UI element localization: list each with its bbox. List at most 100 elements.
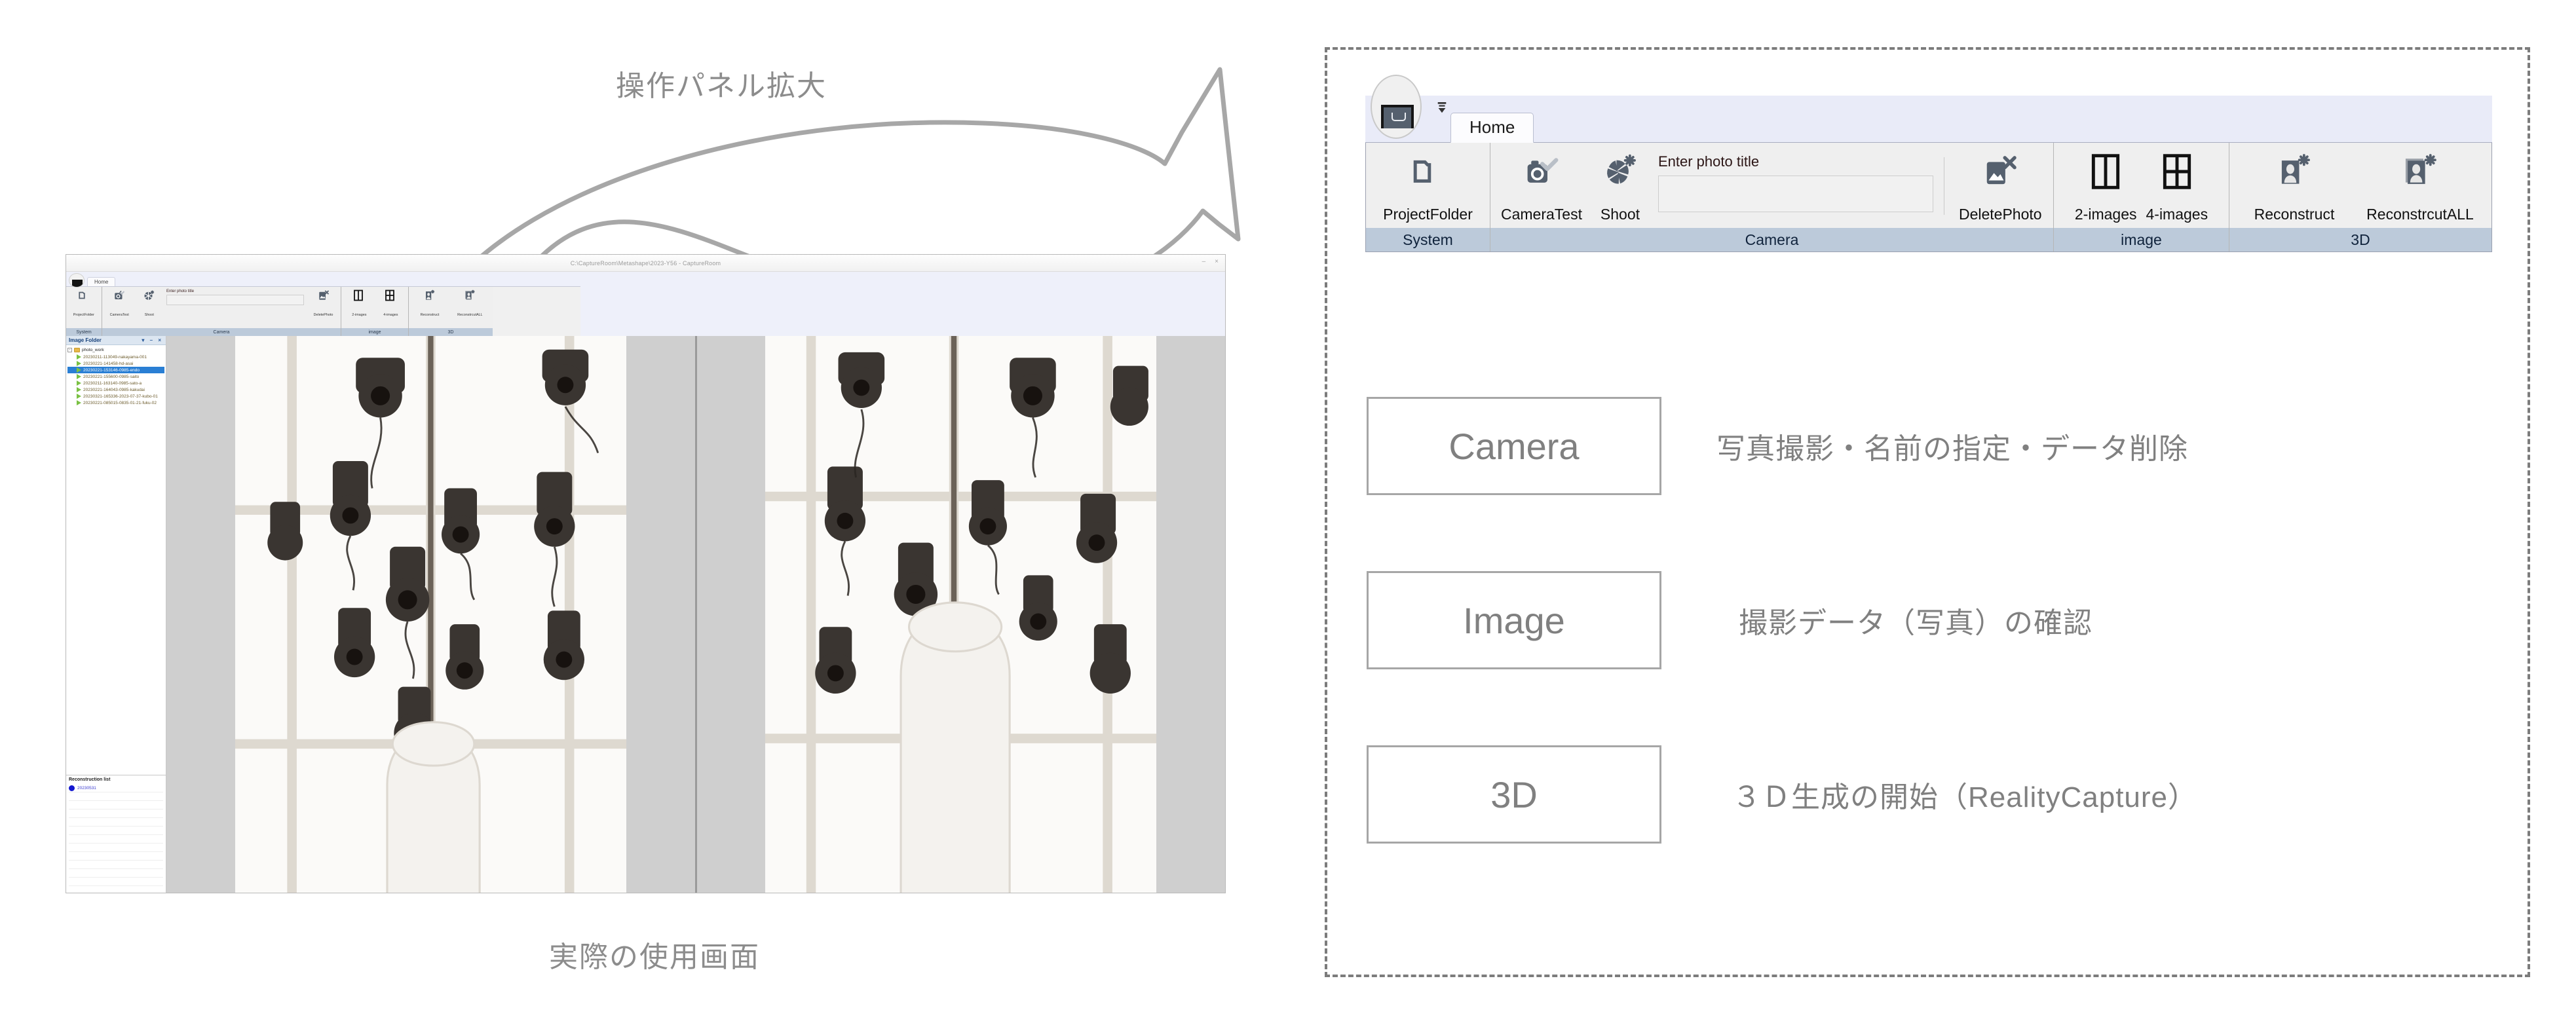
mini-button-projectfolder[interactable]: ProjectFolder: [70, 289, 98, 317]
list-item: [69, 861, 163, 869]
list-item[interactable]: 20230211-163140-0985-sato-a: [67, 380, 164, 386]
tree-item-label: 20230321-165336-2023-07-37-kubo-01: [83, 394, 158, 399]
list-item[interactable]: 20230221-141458-hd-asai: [67, 360, 164, 367]
application-window-screenshot[interactable]: C:\CaptureRoom\Metashape\2023-Y56 - Capt…: [66, 254, 1226, 893]
mini-button-cameratest[interactable]: CameraTest: [106, 289, 132, 317]
list-item-selected[interactable]: 20230221-153146-0985-endo: [67, 367, 164, 373]
list-item: [69, 852, 163, 861]
legend-list: Camera 写真撮影・名前の指定・データ削除 Image 撮影データ（写真）の…: [1367, 397, 2507, 920]
button-label: Reconstruct: [2254, 206, 2335, 223]
blue-dot-icon: [69, 785, 75, 791]
mini-group-label-image: image: [341, 328, 408, 336]
mini-tab-row[interactable]: Home: [66, 272, 1225, 286]
button-reconstruct[interactable]: Reconstruct: [2235, 152, 2353, 223]
button-projectfolder[interactable]: ProjectFolder: [1379, 152, 1477, 223]
slide-canvas: 操作パネル拡大 C:\CaptureRoom\Metashape\2023-Y5…: [0, 0, 2576, 1023]
tree-item-label: 20230221-141458-hd-asai: [83, 361, 134, 366]
reconstruction-list-header: Reconstruction list: [66, 775, 166, 783]
mini-button-reconstruct[interactable]: Reconstruct: [413, 289, 447, 317]
close-icon[interactable]: ×: [1215, 258, 1219, 265]
tree-item-label: 20230221-085015-0835-01-21-fuku-02: [83, 400, 157, 405]
photo-title-input[interactable]: [1657, 176, 1933, 212]
person-flash-icon: [2277, 152, 2312, 191]
file-menu-button[interactable]: [69, 273, 85, 288]
four-pane-icon: [2161, 152, 2193, 191]
list-item[interactable]: 20230211-113049-nakayama-001: [67, 354, 164, 360]
ribbon-group-image: 2-images 4-images image: [2054, 143, 2229, 251]
legend-row-3d: 3D ３Ｄ生成の開始（RealityCapture）: [1367, 745, 2507, 844]
window-controls[interactable]: – ×: [1202, 258, 1219, 265]
minimize-icon[interactable]: –: [1202, 258, 1206, 265]
reconstruction-list[interactable]: 20230531: [66, 783, 166, 893]
list-item: [69, 818, 163, 827]
mini-button-2-images[interactable]: 2-images: [345, 289, 373, 317]
photo-image-left: [235, 336, 626, 893]
photo-pane-right[interactable]: [696, 336, 1225, 893]
panel-header-buttons[interactable]: ▾ – ×: [142, 337, 163, 343]
list-item[interactable]: 20230221-085015-0835-01-21-fuku-02: [67, 400, 164, 406]
button-cameratest[interactable]: CameraTest: [1497, 152, 1586, 223]
camera-check-icon: [1524, 152, 1559, 191]
two-pane-icon: [353, 289, 365, 301]
legend-row-camera: Camera 写真撮影・名前の指定・データ削除: [1367, 397, 2507, 495]
legend-box-camera: Camera: [1367, 397, 1661, 495]
green-arrow-icon: [77, 387, 81, 392]
list-item: [69, 878, 163, 886]
folder-icon: [78, 289, 90, 301]
caption-actual-screen: 実際の使用画面: [549, 941, 760, 973]
group-label-camera: Camera: [1490, 228, 2053, 251]
ribbon-group-3d: Reconstruct ReconstrcutALL 3D: [2229, 143, 2491, 251]
button-label: 4-images: [2146, 206, 2208, 223]
legend-text-camera: 写真撮影・名前の指定・データ削除: [1716, 433, 2188, 465]
button-label: ProjectFolder: [1383, 206, 1473, 223]
photo-pane-left[interactable]: [166, 336, 695, 893]
expander-icon[interactable]: -: [67, 348, 72, 352]
group-label-system: System: [1366, 228, 1490, 251]
button-label: Shoot: [1600, 206, 1640, 223]
ribbon-tab-row[interactable]: Home: [1365, 75, 2492, 143]
image-folder-tree[interactable]: - photo_work 20230211-113049-nakayama-00…: [66, 345, 166, 775]
ribbon-group-system: ProjectFolder System: [1366, 143, 1490, 251]
button-shoot[interactable]: Shoot: [1587, 152, 1653, 223]
mini-ribbon[interactable]: Home ProjectFolder System CameraTest Sho…: [66, 272, 1225, 336]
image-folder-title: Image Folder: [69, 337, 102, 343]
quick-access-dropdown-icon[interactable]: [1436, 101, 1448, 115]
tab-home[interactable]: Home: [1450, 113, 1534, 143]
mini-button-reconstructall[interactable]: ReconstrcutALL: [451, 289, 489, 317]
group-label-3d: 3D: [2229, 228, 2491, 251]
green-arrow-icon: [77, 354, 81, 360]
four-pane-icon: [385, 289, 396, 301]
mini-button-4-images[interactable]: 4-images: [377, 289, 404, 317]
list-item: [69, 886, 163, 893]
ribbon-body[interactable]: ProjectFolder System CameraTest Shoot En…: [1365, 143, 2492, 252]
ribbon[interactable]: Home ProjectFolder System CameraTest Sho…: [1365, 75, 2492, 252]
tree-root[interactable]: - photo_work: [67, 348, 164, 352]
mini-ribbon-panel[interactable]: ProjectFolder System CameraTest Shoot En…: [66, 286, 580, 336]
mini-photo-title-caption: Enter photo title: [166, 289, 195, 293]
window-title-bar: C:\CaptureRoom\Metashape\2023-Y56 - Capt…: [66, 255, 1225, 272]
photo-title-caption: Enter photo title: [1657, 153, 1760, 170]
photo-viewer-area[interactable]: [166, 336, 1225, 893]
left-dock: Image Folder ▾ – × - photo_work 20230211…: [66, 336, 166, 893]
list-item: [69, 844, 163, 852]
tab-home[interactable]: Home: [87, 277, 116, 286]
list-item[interactable]: 20230531: [69, 784, 163, 792]
file-menu-button[interactable]: [1371, 75, 1422, 139]
list-item[interactable]: 20230221-164043-0985-kakudai: [67, 386, 164, 393]
button-4-images[interactable]: 4-images: [2142, 152, 2212, 223]
legend-row-image: Image 撮影データ（写真）の確認: [1367, 571, 2507, 669]
mini-photo-title-input[interactable]: [166, 295, 304, 305]
image-folder-panel-header: Image Folder ▾ – ×: [66, 336, 166, 345]
person-flash-icon: [424, 289, 436, 301]
mini-button-shoot[interactable]: Shoot: [136, 289, 162, 317]
tree-item-label: 20230211-113049-nakayama-001: [83, 354, 147, 360]
button-reconstructall[interactable]: ReconstrcutALL: [2355, 152, 2486, 223]
mini-group-system: ProjectFolder System: [66, 287, 102, 336]
list-item[interactable]: 20230221-155600-0985-saito: [67, 373, 164, 380]
button-deletephoto[interactable]: DeletePhoto: [1955, 152, 2046, 223]
mini-button-deletephoto[interactable]: DeletePhoto: [311, 289, 337, 317]
button-2-images[interactable]: 2-images: [2071, 152, 2141, 223]
list-item[interactable]: 20230321-165336-2023-07-37-kubo-01: [67, 393, 164, 400]
tree-item-label: 20230211-163140-0985-sato-a: [83, 381, 142, 386]
window-title: C:\CaptureRoom\Metashape\2023-Y56 - Capt…: [570, 259, 721, 267]
